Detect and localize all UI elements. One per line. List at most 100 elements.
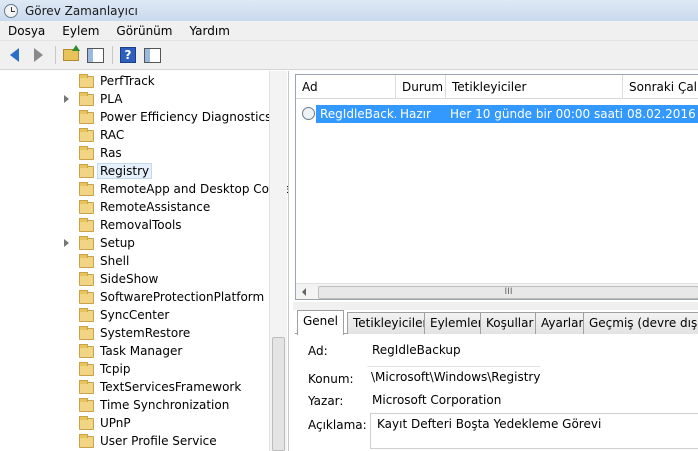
right-pane: Ad Durum Tetikleyiciler Sonraki Çalış Re…: [293, 71, 698, 451]
folder-icon: [79, 92, 94, 106]
show-hide-tree-button[interactable]: [84, 44, 106, 66]
tree-item[interactable]: Shell: [0, 253, 268, 271]
tree-item-label: SystemRestore: [100, 326, 191, 340]
column-header-status[interactable]: Durum: [396, 75, 446, 99]
description-field[interactable]: Kayıt Defteri Boşta Yedekleme Görevi: [370, 413, 698, 449]
folder-icon: [79, 416, 94, 430]
tree-item[interactable]: SystemRestore: [0, 325, 268, 343]
task-next-run-cell: 08.02.2016 00: [623, 105, 698, 123]
column-header-triggers[interactable]: Tetikleyiciler: [446, 75, 623, 99]
location-field: \Microsoft\Windows\Registry: [367, 366, 542, 388]
tree-item[interactable]: Registry: [0, 163, 268, 181]
task-clock-icon: [302, 107, 315, 120]
help-button[interactable]: ?: [117, 44, 139, 66]
title-bar: Görev Zamanlayıcı: [0, 0, 698, 21]
tree-item[interactable]: UPnP: [0, 415, 268, 433]
tree-item[interactable]: RemoteAssistance: [0, 199, 268, 217]
tree-item[interactable]: PerfTrack: [0, 73, 268, 91]
table-row[interactable]: RegIdleBack... Hazır Her 10 günde bir 00…: [296, 105, 698, 123]
tree-vertical-scrollbar[interactable]: [269, 71, 287, 451]
folder-icon: [79, 380, 94, 394]
folder-icon: [79, 110, 94, 124]
author-field: Microsoft Corporation: [368, 389, 503, 411]
tree-item-label: Registry: [97, 163, 153, 179]
details-tabs: Genel Tetikleyiciler Eylemler Koşullar A…: [295, 310, 698, 335]
tab-conditions[interactable]: Koşullar: [480, 312, 540, 334]
tab-triggers[interactable]: Tetikleyiciler: [347, 312, 434, 334]
arrow-right-icon: [33, 48, 43, 62]
folder-icon: [79, 236, 94, 250]
tree-item[interactable]: SyncCenter: [0, 307, 268, 325]
folder-icon: [79, 362, 94, 376]
tree-item-label: PerfTrack: [100, 74, 155, 88]
pane-splitter[interactable]: [293, 302, 698, 310]
menu-bar: Dosya Eylem Görünüm Yardım: [0, 21, 698, 41]
folder-icon: [79, 326, 94, 340]
panel-icon: [86, 47, 104, 63]
tree-item[interactable]: SideShow: [0, 271, 268, 289]
tree-item-label: Ras: [100, 146, 122, 160]
folder-icon: [79, 434, 94, 448]
menu-file[interactable]: Dosya: [8, 24, 45, 38]
folder-icon: [79, 218, 94, 232]
name-field[interactable]: RegIdleBackup: [368, 339, 462, 361]
toolbar: ?: [0, 41, 698, 70]
location-label: Konum:: [308, 372, 354, 386]
task-list-horizontal-scrollbar[interactable]: III: [296, 283, 698, 299]
help-icon: ?: [120, 47, 136, 63]
column-header-next-run[interactable]: Sonraki Çalış: [623, 75, 698, 99]
tree-item-label: RemoteAssistance: [100, 200, 211, 214]
tab-history[interactable]: Geçmiş (devre dışı br: [583, 312, 698, 334]
task-list[interactable]: Ad Durum Tetikleyiciler Sonraki Çalış Re…: [295, 74, 698, 300]
menu-action[interactable]: Eylem: [62, 24, 99, 38]
tree-item[interactable]: RemovalTools: [0, 217, 268, 235]
tree-item-label: TextServicesFramework: [100, 380, 242, 394]
tree-item-label: RemoteApp and Desktop Conne: [100, 182, 289, 196]
tree-item[interactable]: Setup: [0, 235, 268, 253]
task-triggers-cell: Her 10 günde bir 00:00 saatinde: [446, 105, 623, 123]
menu-help[interactable]: Yardım: [189, 24, 229, 38]
tree-item[interactable]: User Profile Service: [0, 433, 268, 451]
back-button[interactable]: [3, 44, 25, 66]
tree-item-label: SideShow: [100, 272, 159, 286]
tree-item-label: Task Manager: [100, 344, 183, 358]
folder-icon: [79, 308, 94, 322]
scroll-left-icon[interactable]: [302, 288, 306, 296]
author-label: Yazar:: [308, 394, 344, 408]
tree-item[interactable]: PLA: [0, 91, 268, 109]
tree-item[interactable]: TextServicesFramework: [0, 379, 268, 397]
folder-icon: [79, 200, 94, 214]
scrollbar-thumb[interactable]: III: [318, 286, 698, 299]
tree-item[interactable]: RAC: [0, 127, 268, 145]
tree-item-label: User Profile Service: [100, 434, 217, 448]
task-list-header: Ad Durum Tetikleyiciler Sonraki Çalış: [296, 75, 698, 99]
tree-item[interactable]: SoftwareProtectionPlatform: [0, 289, 268, 307]
tree-item[interactable]: Tcpip: [0, 361, 268, 379]
folder-icon: [79, 398, 94, 412]
tab-general[interactable]: Genel: [297, 310, 345, 335]
menu-view[interactable]: Görünüm: [116, 24, 172, 38]
task-status-cell: Hazır: [396, 105, 446, 123]
tree-item-label: SyncCenter: [100, 308, 170, 322]
tab-settings[interactable]: Ayarlar: [535, 312, 590, 334]
column-header-name[interactable]: Ad: [296, 75, 396, 99]
tree-item[interactable]: Ras: [0, 145, 268, 163]
tree-item-label: Tcpip: [100, 362, 131, 376]
show-hide-action-pane-button[interactable]: [141, 44, 163, 66]
expand-arrow-icon[interactable]: [64, 239, 69, 247]
expand-arrow-icon[interactable]: [64, 95, 69, 103]
tree-item[interactable]: Power Efficiency Diagnostics: [0, 109, 271, 127]
tree-item[interactable]: RemoteApp and Desktop Conne: [0, 181, 288, 199]
folder-up-icon: [63, 45, 80, 61]
tree-item[interactable]: Time Synchronization: [0, 397, 268, 415]
description-label: Açıklama:: [308, 418, 367, 432]
task-name-cell: RegIdleBack...: [316, 105, 396, 123]
arrow-left-icon: [9, 48, 19, 62]
forward-button[interactable]: [27, 44, 49, 66]
scrollbar-thumb[interactable]: [272, 337, 285, 451]
task-library-tree[interactable]: PerfTrack PLA Power Efficiency Diagnostics…: [0, 71, 289, 451]
tree-item[interactable]: Task Manager: [0, 343, 268, 361]
up-one-level-button[interactable]: [60, 44, 82, 66]
window-title: Görev Zamanlayıcı: [25, 3, 138, 18]
folder-icon: [79, 290, 94, 304]
